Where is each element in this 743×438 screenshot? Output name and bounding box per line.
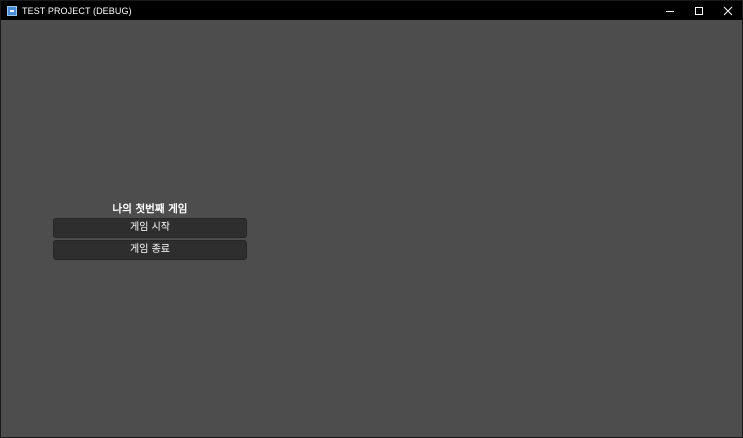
main-menu: 나의 첫번째 게임 게임 시작 게임 종료 xyxy=(53,201,247,262)
start-game-button[interactable]: 게임 시작 xyxy=(53,218,247,238)
game-title: 나의 첫번째 게임 xyxy=(112,203,188,215)
minimize-icon xyxy=(665,10,674,12)
quit-game-button[interactable]: 게임 종료 xyxy=(53,240,247,260)
maximize-button[interactable] xyxy=(684,1,713,20)
close-button[interactable] xyxy=(713,1,742,20)
maximize-icon xyxy=(694,6,703,15)
title-bar[interactable]: TEST PROJECT (DEBUG) xyxy=(1,1,742,20)
game-viewport: 나의 첫번째 게임 게임 시작 게임 종료 xyxy=(1,20,742,437)
window-controls xyxy=(655,1,742,20)
app-window: TEST PROJECT (DEBUG) 나의 첫번째 게임 게임 시작 게임 … xyxy=(0,0,743,438)
close-icon xyxy=(723,6,732,15)
app-icon xyxy=(7,5,17,16)
minimize-button[interactable] xyxy=(655,1,684,20)
window-title: TEST PROJECT (DEBUG) xyxy=(22,5,132,16)
